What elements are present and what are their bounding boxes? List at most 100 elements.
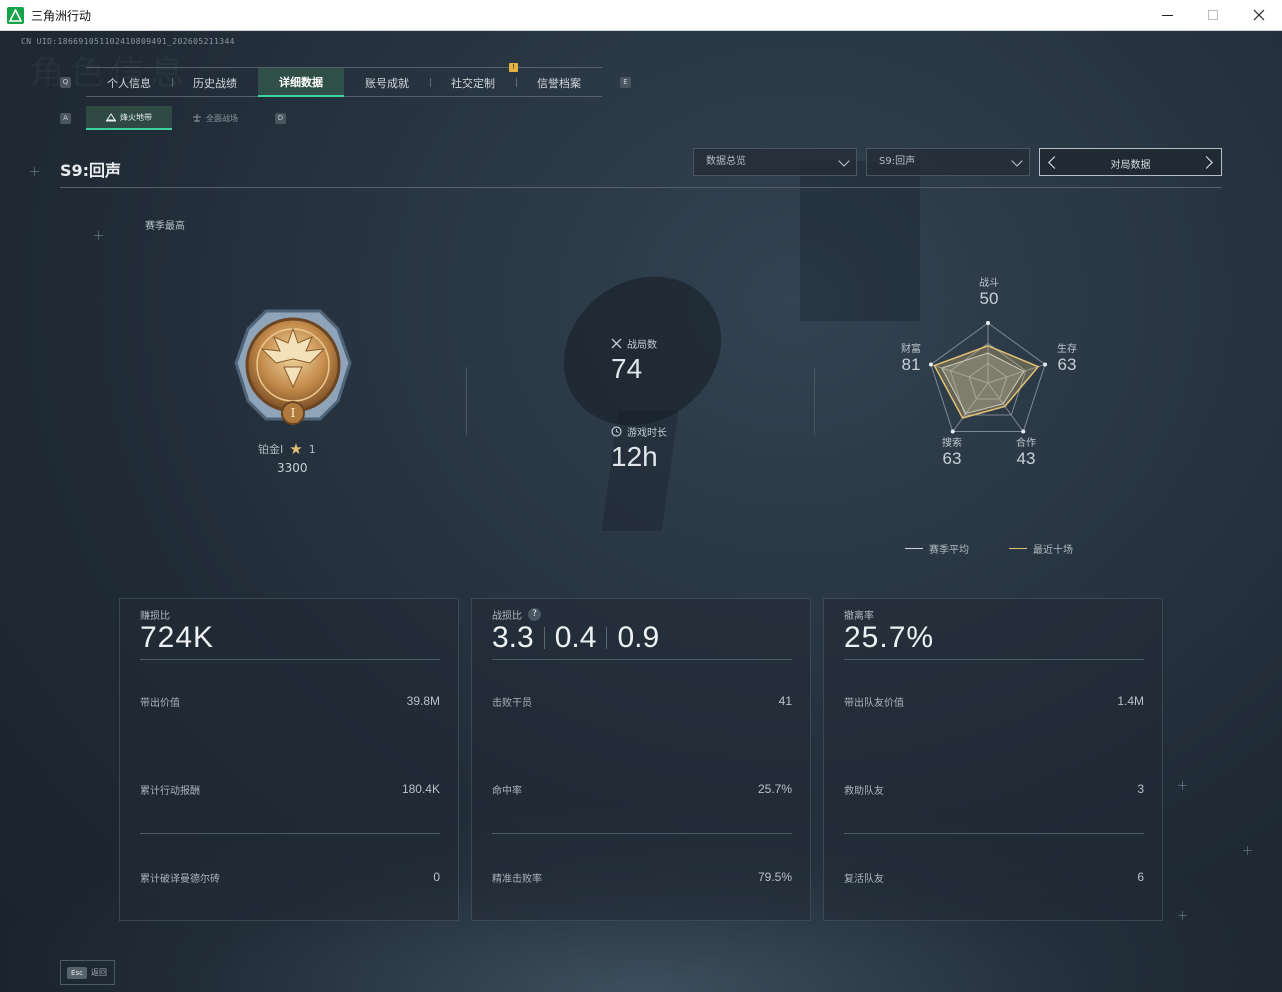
tab-social-custom[interactable]: 社交定制 [430, 68, 516, 97]
close-button[interactable] [1236, 0, 1282, 30]
stat-label: 复活队友 [844, 874, 884, 885]
legend-line [1009, 548, 1027, 549]
crosshair-decor [1178, 911, 1187, 920]
rank-numeral: I [291, 406, 296, 420]
subtab-hazard-zone-label: 烽火地带 [120, 112, 152, 122]
extraction-rate-card: 撤离率 25.7% 带出队友价值 1.4M 救助队友 3 复活队友 6 [823, 598, 1163, 921]
tab-match-history[interactable]: 历史战绩 [172, 68, 258, 97]
sub-tab-bar: 烽火地带 全面战场 [86, 106, 258, 130]
back-button[interactable]: Esc 返回 [60, 960, 115, 985]
stat-row: 命中率 25.7% [492, 782, 792, 797]
main-tab-bar: 个人信息 历史战绩 详细数据 账号成就 社交定制 信誉档案 [86, 67, 602, 97]
warfare-icon [193, 114, 201, 122]
stat-label: 带出队友价值 [844, 698, 904, 709]
key-hint-q: Q [60, 77, 71, 88]
radar-axis-value: 63 [942, 449, 962, 468]
subtab-hazard-zone[interactable]: 烽火地带 [86, 106, 172, 130]
radar-axis-value: 50 [979, 289, 999, 308]
stat-value: 39.8M [406, 694, 440, 708]
card-divider [844, 833, 1144, 834]
tab-personal-info[interactable]: 个人信息 [86, 68, 172, 97]
app-logo-icon [7, 7, 24, 24]
help-icon[interactable]: ? [528, 608, 541, 621]
season-dropdown[interactable]: S9:回声 [866, 148, 1030, 176]
card-divider [492, 659, 792, 660]
season-best-label: 赛季最高 [145, 221, 185, 232]
stat-label: 精准击败率 [492, 874, 542, 885]
kd-values: 3.3 0.4 0.9 [492, 621, 659, 655]
radar-axis-name: 财富 [901, 344, 921, 355]
tab-reputation[interactable]: 信誉档案 [516, 68, 602, 97]
stat-value: 0 [433, 870, 440, 884]
profit-loss-card: 赚损比 724K 带出价值 39.8M 累计行动报酬 180.4K 累计破译曼德尔砖… [119, 598, 459, 921]
value-separator [543, 627, 545, 649]
card-main-value: 25.7% [844, 621, 935, 654]
stat-row: 带出队友价值 1.4M [844, 694, 1144, 709]
radar-axis-value: 43 [1016, 449, 1036, 468]
key-hint-a: A [60, 113, 71, 124]
kd-value: 0.9 [617, 621, 660, 654]
legend-season-average: 赛季平均 [905, 541, 969, 556]
back-label: 返回 [91, 968, 107, 977]
legend-label: 最近十场 [1033, 545, 1073, 556]
card-label: 战损比 [492, 611, 522, 622]
legend-label: 赛季平均 [929, 545, 969, 556]
tab-achievements[interactable]: 账号成就 [344, 68, 430, 97]
chevron-down-icon [1011, 155, 1023, 167]
tab-detailed-data[interactable]: 详细数据 [258, 68, 344, 97]
minimize-icon [1161, 14, 1173, 16]
minimize-button[interactable] [1144, 0, 1190, 30]
kd-value: 0.4 [554, 621, 597, 654]
card-label: 撤离率 [844, 611, 874, 622]
matches-label-row: 战局数 [611, 336, 657, 351]
stat-value: 1.4M [1117, 694, 1144, 708]
crosshair-decor [1243, 846, 1252, 855]
card-label: 赚损比 [140, 611, 170, 622]
radar-axis-value: 63 [1057, 355, 1077, 374]
header-divider [60, 187, 1222, 188]
notification-badge: ! [509, 63, 518, 72]
radar-axis-name: 合作 [1016, 438, 1036, 449]
rank-name-row: 铂金I ★ 1 [258, 440, 316, 458]
game-screen: 角色信息 CN UID:186691051102410809491_202605… [0, 31, 1282, 992]
esc-key-hint: Esc [67, 966, 87, 979]
subtab-warfare-label: 全面战场 [206, 113, 238, 123]
stat-label: 带出价值 [140, 698, 180, 709]
subtab-warfare[interactable]: 全面战场 [172, 106, 258, 130]
hazard-zone-icon [106, 113, 116, 122]
card-divider [140, 833, 440, 834]
stat-value: 3 [1137, 782, 1144, 796]
close-icon [1253, 9, 1265, 21]
stat-value: 6 [1137, 870, 1144, 884]
player-uid: CN UID:186691051102410809491_20260521134… [21, 37, 235, 46]
radar-label-survival: 生存 63 [1037, 340, 1097, 375]
maximize-button[interactable] [1190, 0, 1236, 30]
stat-value: 79.5% [757, 870, 792, 884]
data-overview-dropdown[interactable]: 数据总览 [693, 148, 857, 176]
stat-value: 25.7% [757, 782, 792, 796]
section-divider [814, 367, 815, 435]
matches-label: 战局数 [627, 340, 657, 351]
star-icon: ★ [289, 440, 303, 458]
stat-label: 击败干员 [492, 698, 532, 709]
radar-axis-name: 搜索 [942, 438, 962, 449]
card-label-row: 战损比 ? [492, 607, 541, 622]
card-divider [844, 659, 1144, 660]
card-divider [140, 659, 440, 660]
window-titlebar: 三角洲行动 [0, 0, 1282, 31]
rank-score: 3300 [277, 461, 308, 475]
rank-emblem-icon: I [234, 309, 352, 425]
crosshair-decor [94, 231, 103, 240]
radar-label-teamwork: 合作 43 [996, 434, 1056, 469]
stat-value: 180.4K [401, 782, 440, 796]
stat-row: 累计破译曼德尔砖 0 [140, 870, 440, 885]
crosshair-decor [30, 167, 39, 176]
stat-value: 41 [778, 694, 792, 708]
value-separator [606, 627, 608, 649]
stat-row: 击败干员 41 [492, 694, 792, 709]
clock-icon [611, 426, 622, 437]
crossed-swords-icon [611, 338, 622, 349]
stat-row: 累计行动报酬 180.4K [140, 782, 440, 797]
section-divider [466, 367, 467, 435]
radar-series-recent-ten [933, 344, 1040, 419]
